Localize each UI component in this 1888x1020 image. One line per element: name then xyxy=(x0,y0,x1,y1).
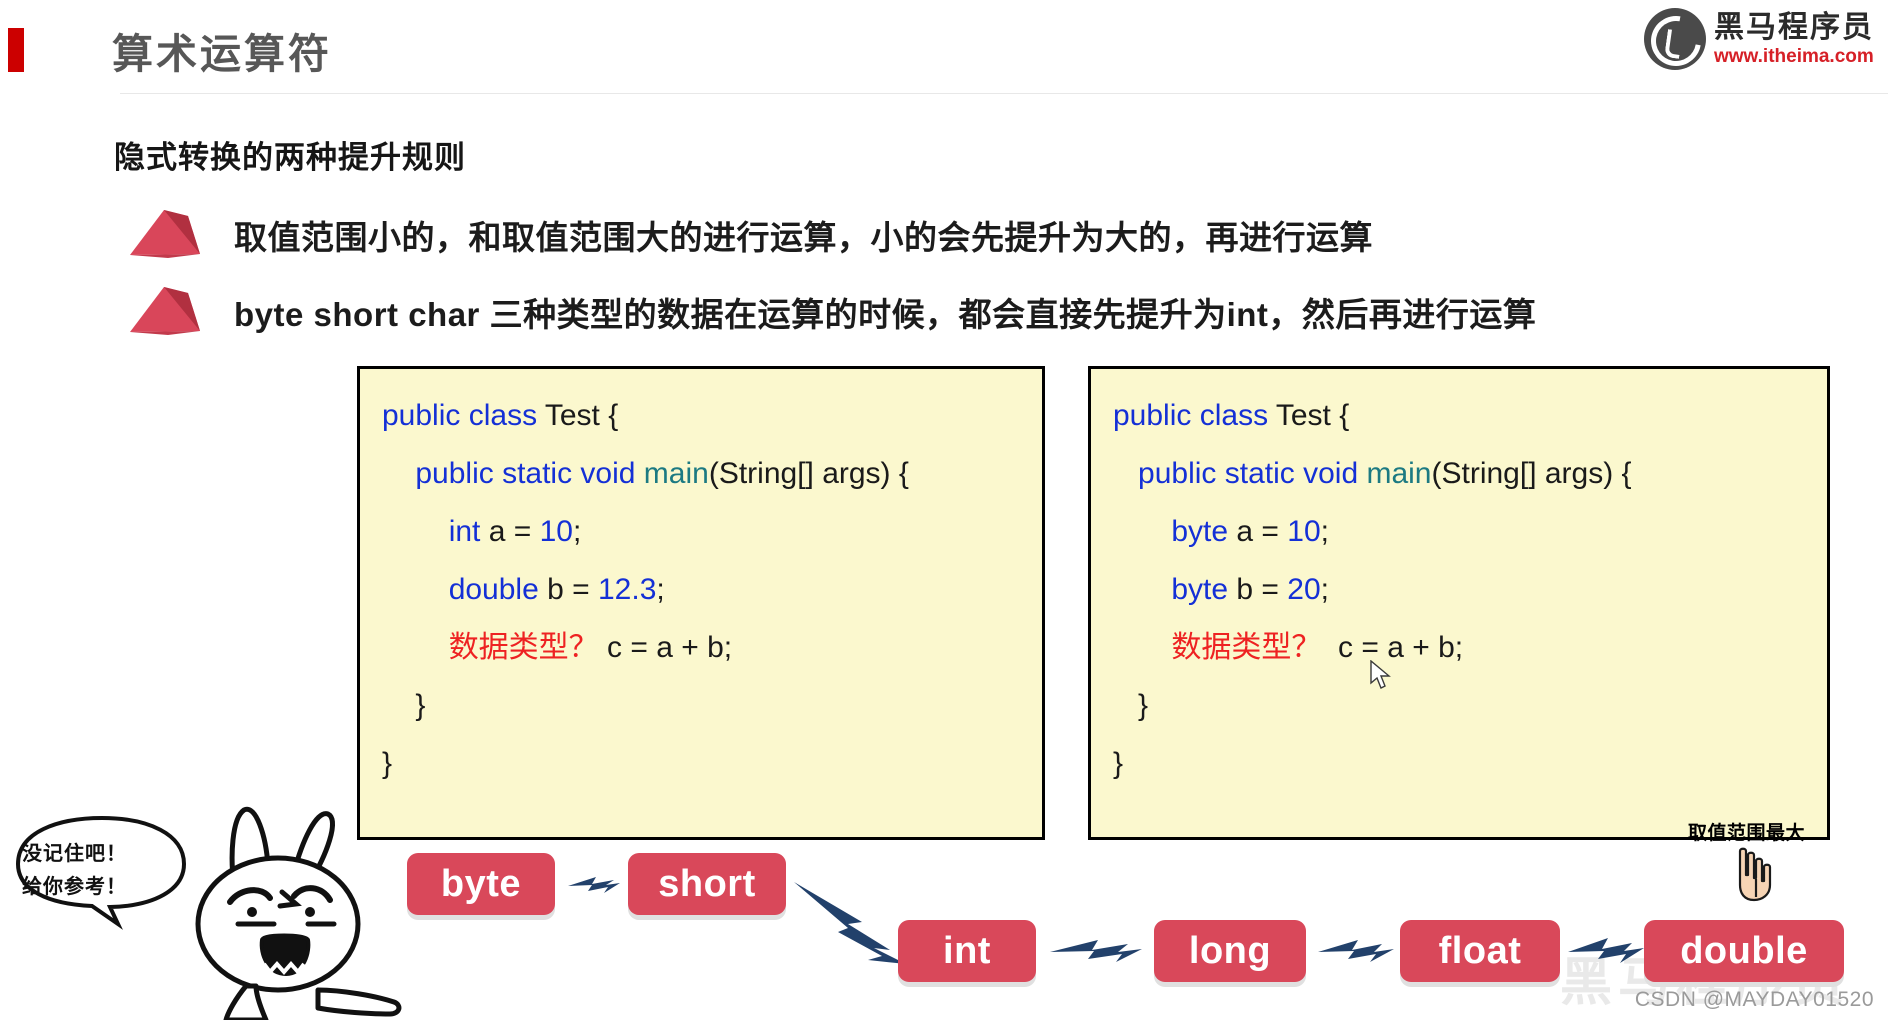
bullet-item-1: byte short char 三种类型的数据在运算的时候，都会直接先提升为in… xyxy=(128,285,1536,339)
code-line: } xyxy=(382,735,1020,793)
type-chip-byte[interactable]: byte xyxy=(407,853,555,915)
chain-arrow-icon xyxy=(568,877,620,893)
code-token: (String[] args) { xyxy=(708,457,909,490)
code-token: b = xyxy=(1236,573,1288,606)
bullet-label-0: 取值范围小的，和取值范围大的进行运算，小的会先提升为大的，再进行运算 xyxy=(234,219,1373,256)
logo-brand-name: 黑马程序员 xyxy=(1714,10,1874,44)
code-token: 12.3 xyxy=(598,573,657,606)
code-token: } xyxy=(382,689,426,722)
chain-arrow-icon xyxy=(1318,940,1394,962)
code-lines-left: public class Test { public static void m… xyxy=(382,387,1020,793)
code-line: } xyxy=(1113,677,1805,735)
type-chip-double[interactable]: double xyxy=(1644,920,1844,982)
code-token: b = xyxy=(547,573,598,606)
brand-logo: 黑马程序员 www.itheima.com xyxy=(1644,8,1874,70)
code-line: double b = 12.3; xyxy=(382,561,1020,619)
code-line: public class Test { xyxy=(382,387,1020,445)
title-accent-bar xyxy=(8,28,24,72)
hand-pointing-down-icon xyxy=(1738,847,1772,902)
code-token: Test { xyxy=(544,399,619,432)
type-chip-long[interactable]: long xyxy=(1154,920,1306,982)
code-token: byte xyxy=(1171,573,1237,606)
code-token: public class xyxy=(382,399,545,432)
code-token: c = a + b; xyxy=(598,631,733,664)
logo-website-url: www.itheima.com xyxy=(1714,45,1874,67)
code-token: public static void xyxy=(1138,457,1367,490)
code-token: public static void xyxy=(415,457,644,490)
page-header: 算术运算符 黑马程序员 www.itheima.com xyxy=(0,0,1888,94)
bullet-item-0: 取值范围小的，和取值范围大的进行运算，小的会先提升为大的，再进行运算 xyxy=(128,208,1373,262)
section-subtitle: 隐式转换的两种提升规则 xyxy=(114,140,466,175)
code-token: 10 xyxy=(1287,515,1321,548)
code-token: ; xyxy=(656,573,665,606)
code-token: public class xyxy=(1113,399,1276,432)
code-token: ; xyxy=(1320,515,1329,548)
code-token: c = a + b; xyxy=(1321,631,1464,664)
type-chip-int[interactable]: int xyxy=(898,920,1036,982)
chain-arrow-icon xyxy=(1050,940,1142,962)
type-chip-float[interactable]: float xyxy=(1400,920,1560,982)
mouse-cursor-icon xyxy=(1370,660,1391,689)
code-token: 数据类型？ xyxy=(448,631,599,664)
code-token: 数据类型？ xyxy=(1171,631,1322,664)
bullet-label-1: byte short char 三种类型的数据在运算的时候，都会直接先提升为in… xyxy=(234,296,1537,333)
code-line: } xyxy=(382,677,1020,735)
code-line: public static void main(String[] args) { xyxy=(382,445,1020,503)
header-divider xyxy=(120,93,1888,94)
bubble-line-2: 给你参考！ xyxy=(22,876,127,898)
code-line: } xyxy=(1113,735,1805,793)
code-token: 20 xyxy=(1287,573,1321,606)
rabbit-mascot-icon xyxy=(195,806,402,1020)
code-token: } xyxy=(1113,747,1124,780)
code-token: a = xyxy=(488,515,540,548)
code-line: int a = 10; xyxy=(382,503,1020,561)
triangle-bullet-icon xyxy=(128,285,204,339)
code-token: main xyxy=(1366,457,1432,490)
code-token: Test { xyxy=(1275,399,1350,432)
code-token: ; xyxy=(1320,573,1329,606)
code-token: main xyxy=(643,457,709,490)
code-token: 10 xyxy=(539,515,573,548)
code-line: 数据类型？ c = a + b; xyxy=(1113,619,1805,677)
chain-arrow-icon xyxy=(794,882,906,964)
code-token: double xyxy=(448,573,548,606)
code-line: public static void main(String[] args) { xyxy=(1113,445,1805,503)
chain-arrow-icon xyxy=(1568,938,1644,963)
code-lines-right: public class Test { public static void m… xyxy=(1113,387,1805,793)
triangle-bullet-icon xyxy=(128,208,204,262)
type-chip-short[interactable]: short xyxy=(628,853,786,915)
code-token: } xyxy=(1113,689,1149,722)
code-token: a = xyxy=(1236,515,1288,548)
code-token: } xyxy=(382,747,393,780)
code-sample-left: public class Test { public static void m… xyxy=(357,366,1045,840)
logo-text-block: 黑马程序员 www.itheima.com xyxy=(1714,10,1874,67)
code-line: byte b = 20; xyxy=(1113,561,1805,619)
code-line: public class Test { xyxy=(1113,387,1805,445)
code-token: byte xyxy=(1171,515,1237,548)
code-sample-right: public class Test { public static void m… xyxy=(1088,366,1830,840)
horse-head-icon xyxy=(1644,8,1706,70)
code-token: int xyxy=(448,515,489,548)
code-token: ; xyxy=(572,515,582,548)
code-line: 数据类型？ c = a + b; xyxy=(382,619,1020,677)
bubble-line-1: 没记住吧！ xyxy=(22,843,127,865)
page-title: 算术运算符 xyxy=(112,31,332,77)
max-range-label: 取值范围最大 xyxy=(1688,823,1806,844)
code-token: (String[] args) { xyxy=(1431,457,1632,490)
speech-bubble-text: 没记住吧！ 给你参考！ xyxy=(22,838,127,904)
code-line: byte a = 10; xyxy=(1113,503,1805,561)
csdn-watermark: CSDN @MAYDAY01520 xyxy=(1634,988,1874,1011)
